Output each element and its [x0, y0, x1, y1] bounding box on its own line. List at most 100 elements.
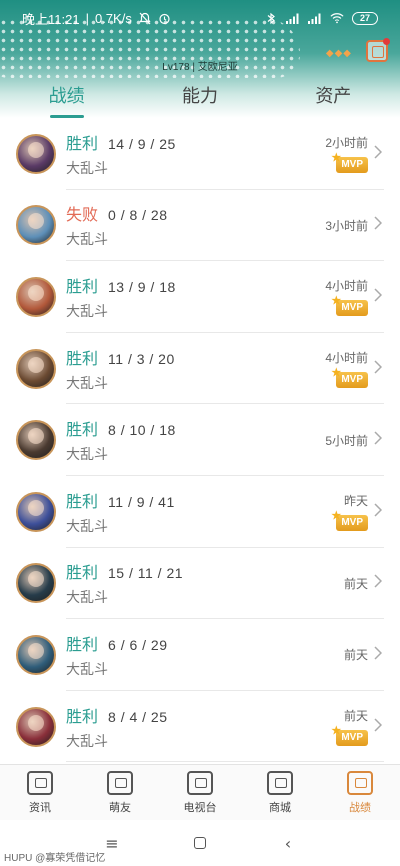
match-summary: 胜利 14 / 9 / 25 — [66, 130, 176, 153]
match-time: 4小时前 — [325, 279, 368, 294]
match-kda: 11 / 9 / 41 — [108, 493, 175, 510]
signal-icon — [286, 11, 300, 25]
match-kda: 8 / 10 / 18 — [108, 422, 176, 439]
match-result: 失败 — [66, 207, 99, 225]
nav-item-2[interactable]: 电视台 — [160, 765, 240, 820]
match-mode: 大乱斗 — [66, 231, 108, 248]
match-summary: 胜利 8 / 4 / 25 — [66, 703, 168, 726]
match-info: 胜利 6 / 6 / 29 大乱斗 — [66, 631, 168, 679]
battery-indicator: 27 — [352, 11, 378, 25]
chevron-right-icon — [374, 574, 384, 592]
nav-label: 萌友 — [109, 801, 131, 814]
chevron-right-icon — [374, 646, 384, 664]
champion-avatar — [16, 634, 56, 675]
nav-item-3[interactable]: 商城 — [240, 765, 320, 820]
match-meta: 前天 — [344, 548, 368, 620]
bluetooth-icon — [264, 11, 278, 25]
match-mode: 大乱斗 — [66, 732, 108, 749]
match-info: 胜利 15 / 11 / 21 大乱斗 — [66, 559, 183, 607]
nav-item-4[interactable]: 战绩 — [320, 765, 400, 820]
match-time: 3小时前 — [325, 218, 368, 233]
match-row[interactable]: 失败 0 / 8 / 28 大乱斗 3小时前 — [0, 190, 400, 262]
summoner-level: Lv178 | 艾欧尼亚 — [162, 62, 238, 73]
match-result: 胜利 — [66, 636, 99, 654]
mute-bell-icon — [138, 11, 152, 25]
status-divider: | — [85, 10, 89, 26]
nav-label: 战绩 — [349, 801, 371, 814]
chevron-right-icon — [374, 360, 384, 378]
match-result: 胜利 — [66, 708, 99, 726]
menu-icon[interactable]: ≡ — [104, 834, 120, 853]
match-time: 前天 — [343, 576, 368, 591]
home-button[interactable] — [192, 835, 208, 851]
champion-avatar — [16, 133, 56, 174]
chevron-right-icon — [374, 718, 384, 736]
tv-icon — [187, 770, 213, 795]
match-mode: 大乱斗 — [66, 660, 108, 677]
nav-label: 资讯 — [29, 801, 51, 814]
match-meta: 昨天MVP — [331, 476, 368, 548]
bag-icon[interactable] — [366, 38, 390, 62]
match-row[interactable]: 胜利 8 / 4 / 25大乱斗 前天MVP — [0, 691, 400, 763]
match-meta: 3小时前 — [325, 190, 368, 262]
status-left: 晚上11:21 | 0.7K/s — [22, 9, 172, 28]
chevron-right-icon — [374, 431, 384, 449]
match-kda: 8 / 4 / 25 — [108, 708, 168, 725]
match-mode: 大乱斗 — [66, 302, 108, 319]
champion-avatar — [16, 706, 56, 747]
match-row[interactable]: 胜利 8 / 10 / 18 大乱斗 5小时前 — [0, 404, 400, 476]
match-row[interactable]: 胜利 11 / 9 / 41大乱斗 昨天MVP — [0, 476, 400, 548]
champion-avatar — [16, 348, 56, 389]
mvp-badge: MVP — [331, 723, 368, 747]
tab-0[interactable]: 战绩 — [0, 80, 133, 118]
records-icon — [347, 770, 373, 795]
match-row[interactable]: 胜利 11 / 3 / 20大乱斗 4小时前MVP — [0, 333, 400, 405]
match-row[interactable]: 胜利 6 / 6 / 29 大乱斗 前天 — [0, 619, 400, 691]
champion-avatar — [16, 491, 56, 532]
chevron-right-icon — [374, 145, 384, 163]
match-result: 胜利 — [66, 493, 99, 511]
match-summary: 胜利 13 / 9 / 18 — [66, 273, 176, 296]
champion-avatar — [16, 276, 56, 317]
match-result: 胜利 — [66, 135, 99, 153]
nav-item-0[interactable]: 资讯 — [0, 765, 80, 820]
status-right: 27 — [264, 11, 378, 25]
match-summary: 胜利 11 / 9 / 41 — [66, 488, 175, 511]
back-icon[interactable]: ‹ — [280, 834, 296, 853]
match-meta: 2小时前MVP — [325, 118, 368, 190]
mvp-badge: MVP — [331, 150, 368, 174]
match-history-list: 胜利14 / 9 / 25大乱斗2小时前MVP失败0 / 8 / 28大乱斗3小… — [0, 118, 400, 764]
match-result: 胜利 — [66, 565, 99, 583]
match-meta: 5小时前 — [325, 404, 368, 476]
home-icon — [194, 837, 206, 849]
match-info: 胜利 11 / 3 / 20 大乱斗 — [66, 345, 175, 393]
match-info: 胜利 14 / 9 / 25 大乱斗 — [66, 130, 176, 178]
match-info: 胜利 11 / 9 / 41 大乱斗 — [66, 488, 175, 536]
match-info: 胜利 13 / 9 / 18 大乱斗 — [66, 273, 176, 321]
match-row[interactable]: 胜利 15 / 11 / 21 大乱斗 前天 — [0, 548, 400, 620]
champion-avatar — [16, 563, 56, 604]
match-kda: 11 / 3 / 20 — [108, 350, 175, 367]
mvp-badge: MVP — [331, 365, 368, 389]
match-meta: 前天 — [344, 619, 368, 691]
tab-1[interactable]: 能力 — [133, 80, 266, 116]
match-info: 胜利 8 / 10 / 18 大乱斗 — [66, 416, 176, 464]
wifi-icon — [330, 11, 344, 25]
profile-header: 晚上11:21 | 0.7K/s 27 Lv178 | 艾欧尼亚 ◆◆◆ 战绩 … — [0, 0, 400, 118]
news-icon — [27, 770, 53, 795]
match-result: 胜利 — [66, 422, 99, 440]
match-kda: 0 / 8 / 28 — [108, 207, 168, 224]
nav-label: 商城 — [269, 801, 291, 814]
header-decoration: ◆◆◆ — [325, 48, 352, 59]
signal-icon — [308, 11, 322, 25]
champion-avatar — [16, 205, 56, 246]
status-net-speed: 0.7K/s — [94, 10, 132, 26]
match-row[interactable]: 胜利 14 / 9 / 25大乱斗 2小时前MVP — [0, 118, 400, 190]
match-kda: 13 / 9 / 18 — [108, 278, 176, 295]
status-time: 晚上11:21 — [22, 11, 80, 27]
match-meta: 4小时前MVP — [325, 261, 368, 333]
nav-item-1[interactable]: 萌友 — [80, 765, 160, 820]
tab-2[interactable]: 资产 — [267, 80, 400, 116]
match-row[interactable]: 胜利 13 / 9 / 18 大乱斗 4小时前MVP — [0, 261, 400, 333]
match-time: 5小时前 — [325, 433, 368, 448]
